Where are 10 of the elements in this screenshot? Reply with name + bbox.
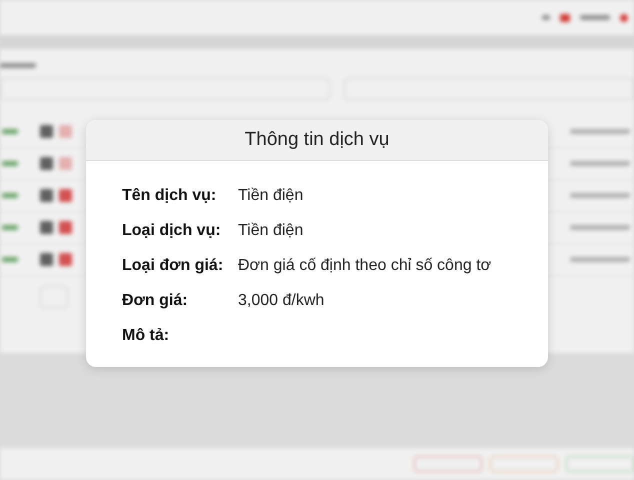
- field-label: Mô tả:: [122, 326, 170, 344]
- field-label: Loại dịch vụ:: [122, 222, 222, 240]
- field-value: Tiền điện: [238, 186, 304, 204]
- dialog-title: Thông tin dịch vụ: [244, 129, 390, 151]
- field-label: Đơn giá:: [122, 292, 189, 310]
- field-value: Đơn giá cố định theo chỉ số công tơ: [238, 256, 492, 274]
- field-label: Tên dịch vụ:: [122, 186, 218, 204]
- field-label: Loại đơn giá:: [122, 256, 224, 274]
- field-value: 3,000 đ/kwh: [238, 292, 324, 310]
- field-value: Tiền điện: [238, 222, 304, 240]
